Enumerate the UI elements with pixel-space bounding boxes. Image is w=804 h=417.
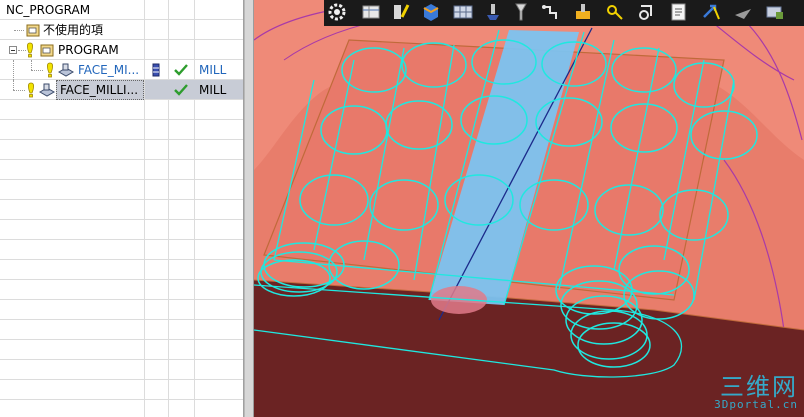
operation-name: FACE_MI... [78,63,140,77]
table-icon[interactable] [360,1,382,23]
navigator-grid: NC_PROGRAM 不使用的項 PROGRAM FACE_MI... MILL… [0,0,243,417]
empty-row [0,320,243,340]
graphics-window[interactable]: 三维网 3Dportal.cn [254,0,804,417]
arrow-icon[interactable] [732,1,754,23]
tree-connector [31,70,43,71]
warning-icon [27,42,33,58]
unused-items-label: 不使用的項 [43,23,104,37]
face-milling-icon [57,63,75,77]
empty-row [0,300,243,320]
operation-navigator: NC_PROGRAM 不使用的項 PROGRAM FACE_MI... MILL… [0,0,244,417]
watermark-title: 三维网 [720,373,798,401]
collapse-toggle[interactable] [9,46,17,54]
pane-splitter[interactable] [244,0,254,417]
document-icon[interactable] [668,1,690,23]
empty-row [0,380,243,400]
empty-row [0,140,243,160]
watermark-subtitle: 3Dportal.cn [714,398,798,411]
program-label: PROGRAM [58,43,119,57]
empty-row [0,200,243,220]
rectangle-icon[interactable] [764,1,786,23]
empty-row [0,240,243,260]
empty-row [0,160,243,180]
marker-icon[interactable] [390,1,412,23]
checkmark-icon [174,84,188,96]
root-label: NC_PROGRAM [6,3,91,17]
part-edge [723,159,785,331]
navigator-row-operation-1[interactable]: FACE_MI... MILL [0,60,243,80]
folder-icon [26,24,40,37]
tree-connector [13,90,25,91]
tree-connector [31,60,32,70]
face-milling-icon [38,83,56,97]
empty-row [0,180,243,200]
empty-row [0,220,243,240]
navigator-row-program[interactable]: PROGRAM [0,40,243,60]
navigator-row-root[interactable]: NC_PROGRAM [0,0,243,20]
program-folder-icon [40,44,54,57]
watermark: 三维网 3Dportal.cn [714,375,798,411]
navigator-row-operation-2[interactable]: FACE_MILLI... MILL [0,80,243,100]
graphics-toolbar [324,0,804,26]
checkmark-icon [174,64,188,76]
warning-icon [47,62,53,78]
path-icon[interactable] [540,1,562,23]
gear-icon[interactable] [326,1,348,23]
warning-icon [28,82,34,98]
tree-connector [13,60,14,80]
pin-icon[interactable] [510,1,532,23]
empty-row [0,100,243,120]
navigator-row-unused[interactable]: 不使用的項 [0,20,243,40]
tree-connector [14,30,24,31]
empty-row [0,400,243,417]
empty-row [0,340,243,360]
part-model-view[interactable] [254,0,804,417]
empty-row [0,360,243,380]
grid-icon[interactable] [452,1,474,23]
operation-name: FACE_MILLI... [60,83,139,97]
operation-type: MILL [199,83,227,97]
probe-icon[interactable] [572,1,594,23]
tool-change-icon [152,63,160,77]
empty-row [0,260,243,280]
cube-icon[interactable] [420,1,442,23]
arrow-icon[interactable] [700,1,722,23]
key-icon[interactable] [604,1,626,23]
empty-row [0,280,243,300]
tool-icon[interactable] [482,1,504,23]
refresh-icon[interactable] [636,1,658,23]
tree-connector [13,80,14,90]
operation-type: MILL [199,63,227,77]
empty-row [0,120,243,140]
selection-highlight [145,80,243,99]
